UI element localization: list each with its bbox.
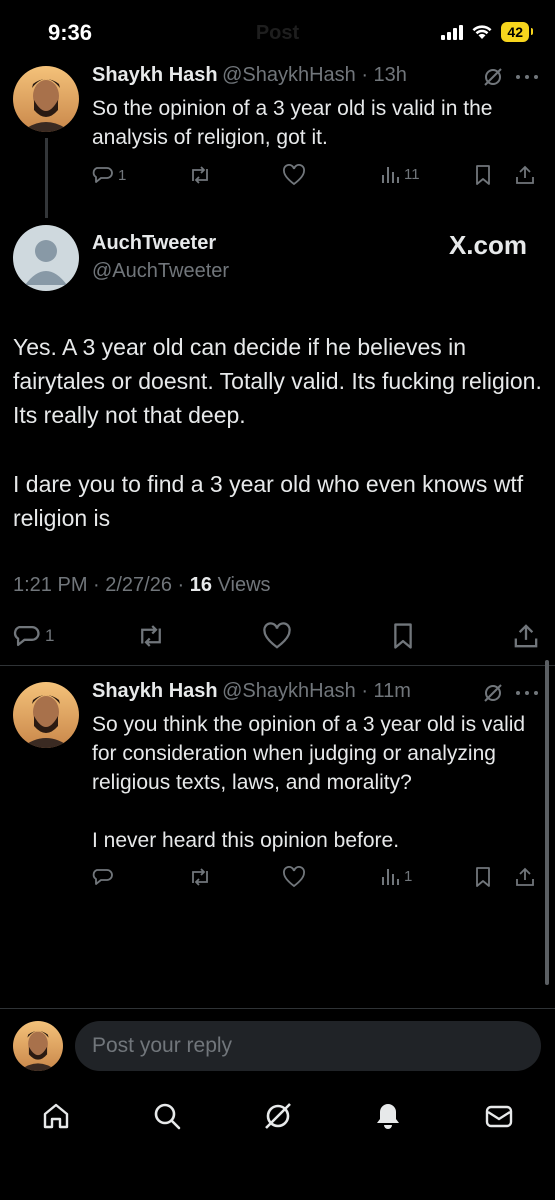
tweet-text-paragraph-2: I dare you to find a 3 year old who even… — [13, 471, 524, 531]
more-icon[interactable] — [515, 690, 539, 696]
views-label: Views — [212, 574, 271, 596]
like-icon[interactable] — [282, 164, 306, 186]
views-count: 16 — [189, 574, 213, 596]
views-count: 11 — [404, 165, 420, 183]
grok-icon[interactable] — [262, 1100, 294, 1132]
author-name[interactable]: AuchTweeter — [92, 232, 216, 255]
repost-icon[interactable] — [188, 164, 212, 186]
author-handle[interactable]: @ShaykhHash — [222, 64, 356, 86]
views-icon — [380, 164, 400, 184]
reply-action[interactable]: 1 — [92, 164, 126, 186]
search-icon[interactable] — [151, 1100, 183, 1132]
x-watermark: X.com — [448, 230, 527, 260]
more-icon[interactable] — [515, 74, 539, 80]
reply-icon — [92, 164, 114, 186]
avatar[interactable] — [13, 1021, 63, 1071]
divider — [0, 1008, 555, 1009]
tweet-text: So the opinion of a 3 year old is valid … — [92, 97, 493, 149]
post-time: 13h — [373, 64, 407, 86]
share-icon[interactable] — [514, 164, 536, 186]
timestamp: 1:21 PM · 2/27/26 · — [13, 574, 190, 596]
tweet-meta: 1:21 PM · 2/27/26 · 16 Views — [13, 574, 271, 597]
avatar[interactable] — [13, 66, 79, 132]
messages-icon[interactable] — [483, 1100, 515, 1132]
bookmark-icon[interactable] — [473, 866, 493, 888]
share-icon[interactable] — [514, 866, 536, 888]
avatar[interactable] — [13, 682, 79, 748]
grok-icon[interactable] — [482, 66, 504, 88]
views-action[interactable]: 11 — [380, 164, 420, 184]
share-icon[interactable] — [512, 622, 540, 650]
reply-action[interactable]: 1 — [13, 622, 54, 650]
divider — [0, 665, 555, 666]
reply-count: 1 — [45, 626, 55, 645]
views-action[interactable]: 1 — [380, 866, 412, 886]
grok-icon[interactable] — [482, 682, 504, 704]
tweet-text: So you think the opinion of a 3 year old… — [92, 713, 526, 794]
reply-icon[interactable] — [92, 866, 114, 888]
scrollbar[interactable] — [545, 660, 549, 985]
author-name[interactable]: Shaykh Hash — [92, 64, 218, 86]
wifi-icon — [471, 24, 493, 40]
repost-icon[interactable] — [188, 866, 212, 888]
post-time: 11m — [373, 680, 411, 702]
reply-placeholder: Post your reply — [92, 1034, 233, 1057]
reply-icon — [13, 622, 41, 650]
bookmark-icon[interactable] — [473, 164, 493, 186]
tweet-header: Shaykh Hash @ShaykhHash · 13h — [92, 64, 407, 86]
like-icon[interactable] — [262, 622, 292, 650]
battery-indicator: 42 — [501, 22, 533, 42]
thread-line — [45, 138, 48, 218]
reply-count: 1 — [118, 166, 127, 184]
tweet-header: Shaykh Hash @ShaykhHash · 11m — [92, 680, 411, 702]
author-name[interactable]: Shaykh Hash — [92, 680, 218, 702]
author-handle[interactable]: @ShaykhHash — [222, 680, 356, 702]
signal-icon — [441, 24, 464, 40]
author-handle[interactable]: @AuchTweeter — [92, 260, 229, 283]
repost-icon[interactable] — [136, 622, 166, 650]
bookmark-icon[interactable] — [390, 622, 416, 650]
status-indicators: 42 — [441, 22, 533, 42]
default-avatar[interactable] — [13, 225, 79, 291]
views-icon — [380, 866, 400, 886]
tweet-text: Yes. A 3 year old can decide if he belie… — [13, 334, 542, 428]
like-icon[interactable] — [282, 866, 306, 888]
notifications-icon[interactable] — [372, 1100, 404, 1132]
tweet-text-line-2: I never heard this opinion before. — [92, 829, 400, 852]
home-icon[interactable] — [40, 1100, 72, 1132]
views-count: 1 — [404, 867, 413, 885]
